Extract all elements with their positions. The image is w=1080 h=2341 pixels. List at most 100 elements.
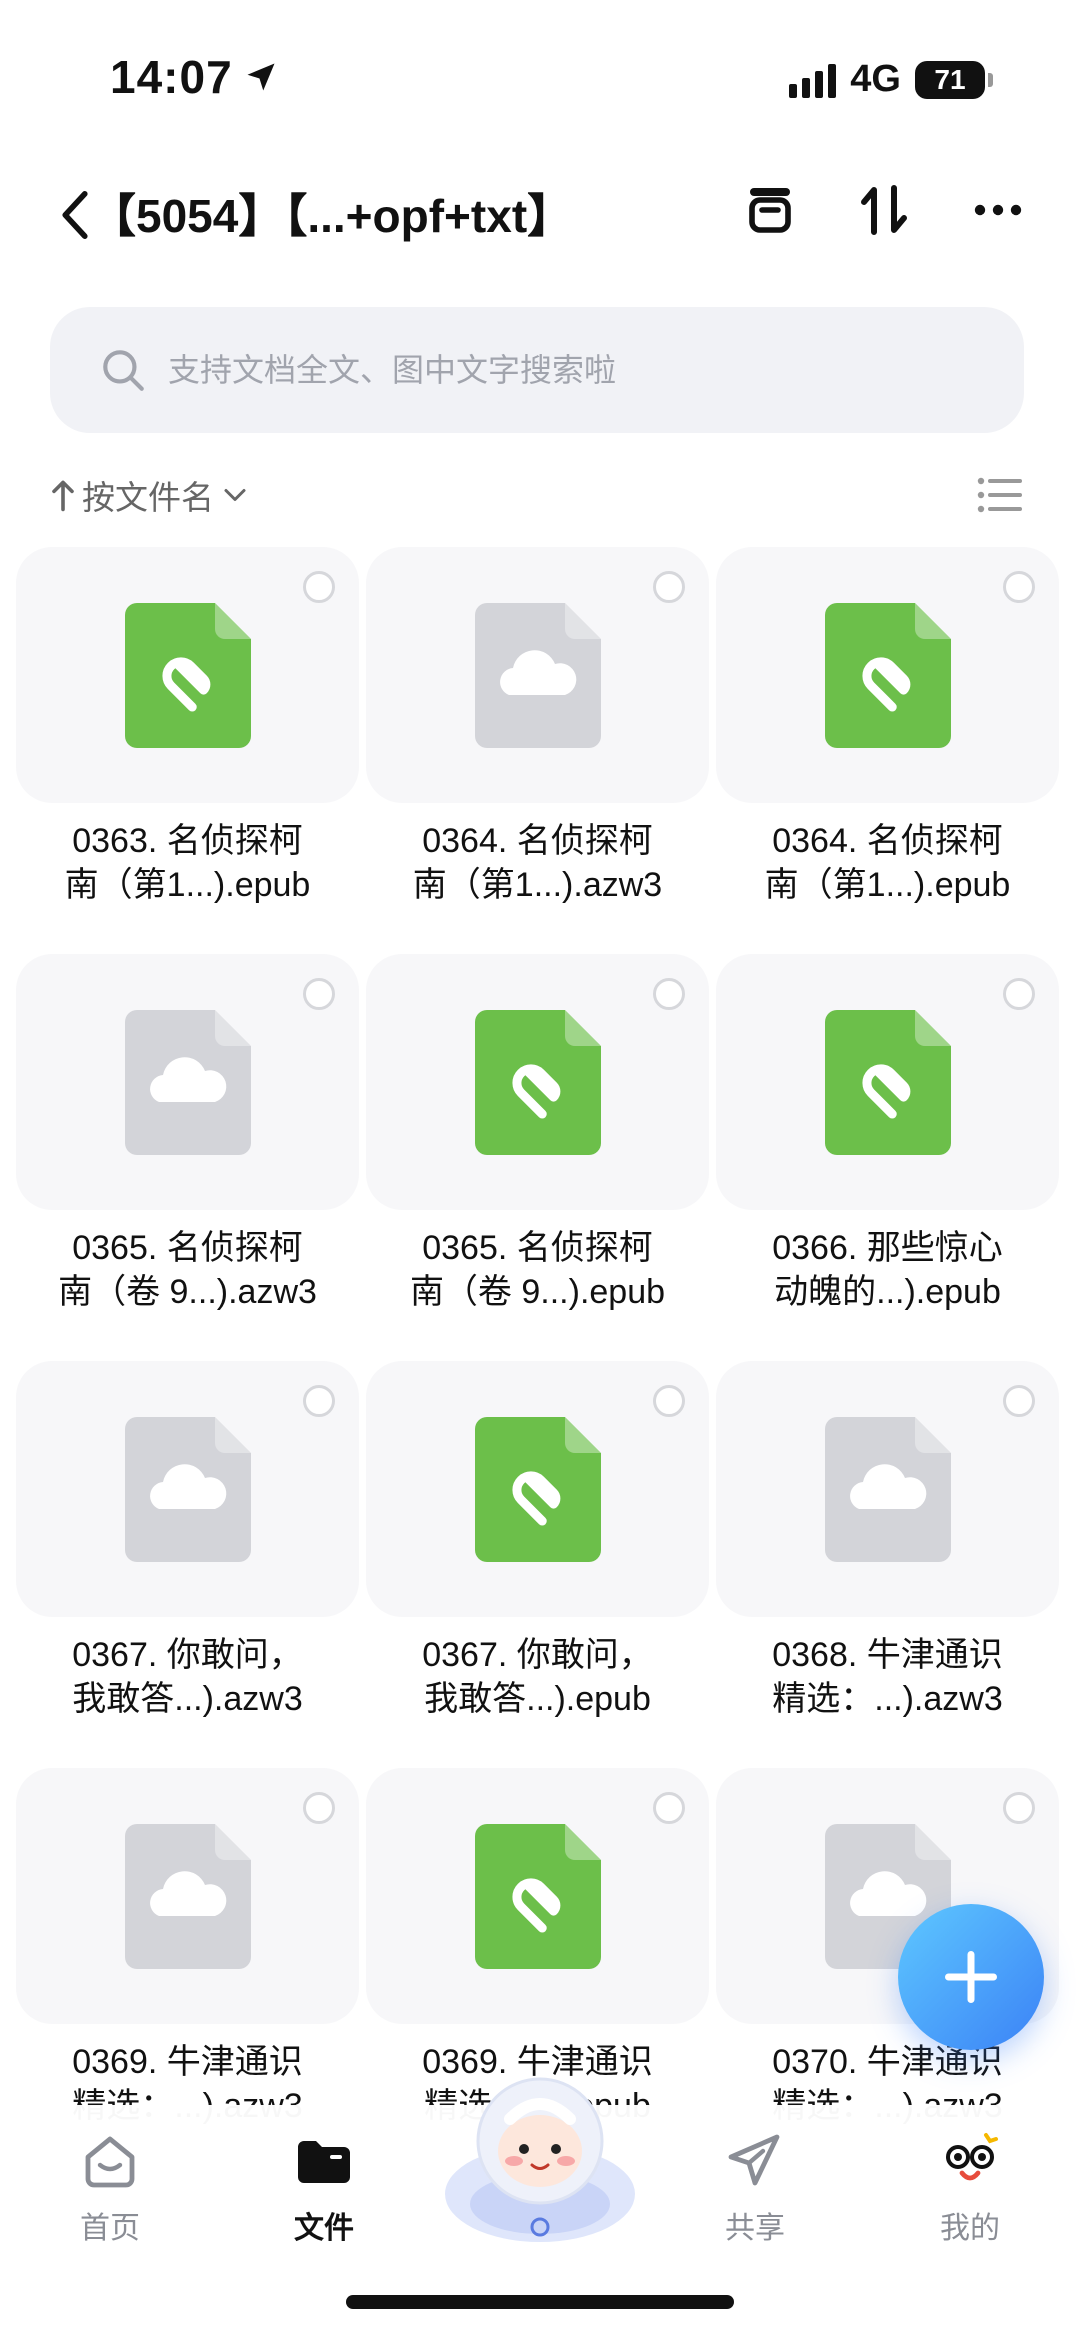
tab-files[interactable]: 文件: [249, 2125, 399, 2247]
select-checkbox[interactable]: [303, 978, 335, 1010]
cloud-file-icon: [124, 1823, 251, 1969]
file-name-line: 0369. 牛津通识: [72, 2043, 303, 2081]
signal-icon: [789, 62, 837, 98]
file-name-line: 0368. 牛津通识: [772, 1636, 1003, 1674]
tab-home[interactable]: 首页: [35, 2125, 185, 2247]
archive-icon[interactable]: [738, 178, 802, 242]
profile-face-icon: [934, 2125, 1006, 2197]
select-checkbox[interactable]: [303, 1792, 335, 1824]
file-name: 0363. 名侦探柯 南（第1...).epub: [16, 819, 359, 907]
epub-file-icon: [124, 602, 251, 748]
home-indicator: [346, 2295, 734, 2309]
status-time: 14:07: [110, 50, 279, 104]
nav-bar: 【5054】【...+opf+txt】: [0, 160, 1080, 270]
status-bar: 14:07 4G 71: [0, 0, 1080, 150]
file-name: 0366. 那些惊心 动魄的...).epub: [716, 1226, 1059, 1314]
file-thumbnail[interactable]: [716, 1361, 1059, 1617]
sort-icon[interactable]: [852, 178, 916, 242]
more-icon[interactable]: [966, 178, 1030, 242]
select-checkbox[interactable]: [303, 571, 335, 603]
file-name-line: 我敢答...).azw3: [72, 1680, 303, 1718]
file-item[interactable]: 0368. 牛津通识 精选：...).azw3: [716, 1361, 1059, 1768]
plus-icon: [945, 1951, 997, 2003]
tab-share-label: 共享: [725, 2212, 785, 2245]
location-arrow-icon: [247, 63, 275, 91]
file-name-line: 0363. 名侦探柯: [72, 822, 303, 860]
file-name-line: 0365. 名侦探柯: [422, 1229, 653, 1267]
file-thumbnail[interactable]: [366, 1361, 709, 1617]
file-grid: 0363. 名侦探柯 南（第1...).epub 0364. 名侦探柯 南（第1…: [16, 547, 1066, 2175]
select-checkbox[interactable]: [653, 978, 685, 1010]
paper-plane-icon: [719, 2125, 791, 2197]
select-checkbox[interactable]: [1003, 978, 1035, 1010]
select-checkbox[interactable]: [653, 1385, 685, 1417]
file-name: 0367. 你敢问， 我敢答...).azw3: [16, 1633, 359, 1721]
sort-by-name-button[interactable]: 按文件名: [50, 471, 250, 519]
file-thumbnail[interactable]: [366, 1768, 709, 2024]
status-indicators: 4G 71: [789, 58, 993, 101]
select-checkbox[interactable]: [1003, 571, 1035, 603]
network-type: 4G: [850, 58, 901, 100]
select-checkbox[interactable]: [653, 571, 685, 603]
epub-file-icon: [474, 1009, 601, 1155]
file-item[interactable]: 0367. 你敢问， 我敢答...).azw3: [16, 1361, 359, 1768]
back-icon[interactable]: [55, 185, 95, 245]
file-name-line: 0364. 名侦探柯: [422, 822, 653, 860]
battery-icon: 71: [915, 60, 993, 99]
epub-file-icon: [824, 602, 951, 748]
file-name: 0367. 你敢问， 我敢答...).epub: [366, 1633, 709, 1721]
file-thumbnail[interactable]: [16, 954, 359, 1210]
file-thumbnail[interactable]: [16, 1768, 359, 2024]
folder-icon: [288, 2125, 360, 2197]
file-thumbnail[interactable]: [366, 954, 709, 1210]
search-input[interactable]: [168, 351, 968, 389]
select-checkbox[interactable]: [1003, 1792, 1035, 1824]
file-thumbnail[interactable]: [716, 547, 1059, 803]
file-name-line: 我敢答...).epub: [424, 1680, 651, 1718]
tab-share[interactable]: 共享: [680, 2125, 830, 2247]
battery-level: 71: [934, 63, 966, 95]
file-name: 0368. 牛津通识 精选：...).azw3: [716, 1633, 1059, 1721]
status-time-text: 14:07: [110, 51, 233, 103]
file-name-line: 南（第1...).epub: [64, 866, 311, 904]
file-thumbnail[interactable]: [16, 1361, 359, 1617]
file-name: 0364. 名侦探柯 南（第1...).epub: [716, 819, 1059, 907]
chevron-down-icon: [224, 489, 246, 501]
cloud-file-icon: [824, 1416, 951, 1562]
file-thumbnail[interactable]: [16, 547, 359, 803]
file-item[interactable]: 0366. 那些惊心 动魄的...).epub: [716, 954, 1059, 1361]
arrow-up-icon: [52, 480, 74, 512]
list-view-icon[interactable]: [976, 475, 1024, 515]
file-item[interactable]: 0364. 名侦探柯 南（第1...).azw3: [366, 547, 709, 954]
file-item[interactable]: 0365. 名侦探柯 南（卷 9...).azw3: [16, 954, 359, 1361]
select-checkbox[interactable]: [1003, 1385, 1035, 1417]
cloud-file-icon: [124, 1416, 251, 1562]
file-item[interactable]: 0363. 名侦探柯 南（第1...).epub: [16, 547, 359, 954]
search-icon: [103, 350, 144, 391]
file-item[interactable]: 0365. 名侦探柯 南（卷 9...).epub: [366, 954, 709, 1361]
tab-home-label: 首页: [80, 2212, 140, 2245]
nav-actions: [738, 178, 1030, 242]
file-name-line: 0370. 牛津通识: [772, 2043, 1003, 2081]
mascot-avatar[interactable]: [440, 2069, 640, 2249]
home-icon: [74, 2125, 146, 2197]
file-name-line: 0365. 名侦探柯: [72, 1229, 303, 1267]
file-thumbnail[interactable]: [716, 954, 1059, 1210]
add-button[interactable]: [898, 1904, 1044, 2050]
tab-mine-label: 我的: [940, 2212, 1000, 2245]
file-name: 0365. 名侦探柯 南（卷 9...).azw3: [16, 1226, 359, 1314]
file-name-line: 动魄的...).epub: [774, 1273, 1001, 1311]
file-name-line: 精选：...).azw3: [772, 1680, 1003, 1718]
file-item[interactable]: 0364. 名侦探柯 南（第1...).epub: [716, 547, 1059, 954]
file-name: 0364. 名侦探柯 南（第1...).azw3: [366, 819, 709, 907]
select-checkbox[interactable]: [303, 1385, 335, 1417]
search-bar[interactable]: [50, 307, 1024, 433]
sort-label: 按文件名: [82, 479, 214, 516]
tab-mine[interactable]: 我的: [895, 2125, 1045, 2247]
file-name-line: 0364. 名侦探柯: [772, 822, 1003, 860]
file-item[interactable]: 0367. 你敢问， 我敢答...).epub: [366, 1361, 709, 1768]
sort-row: 按文件名: [50, 465, 1024, 525]
file-thumbnail[interactable]: [366, 547, 709, 803]
file-name-line: 0367. 你敢问，: [422, 1636, 653, 1674]
select-checkbox[interactable]: [653, 1792, 685, 1824]
